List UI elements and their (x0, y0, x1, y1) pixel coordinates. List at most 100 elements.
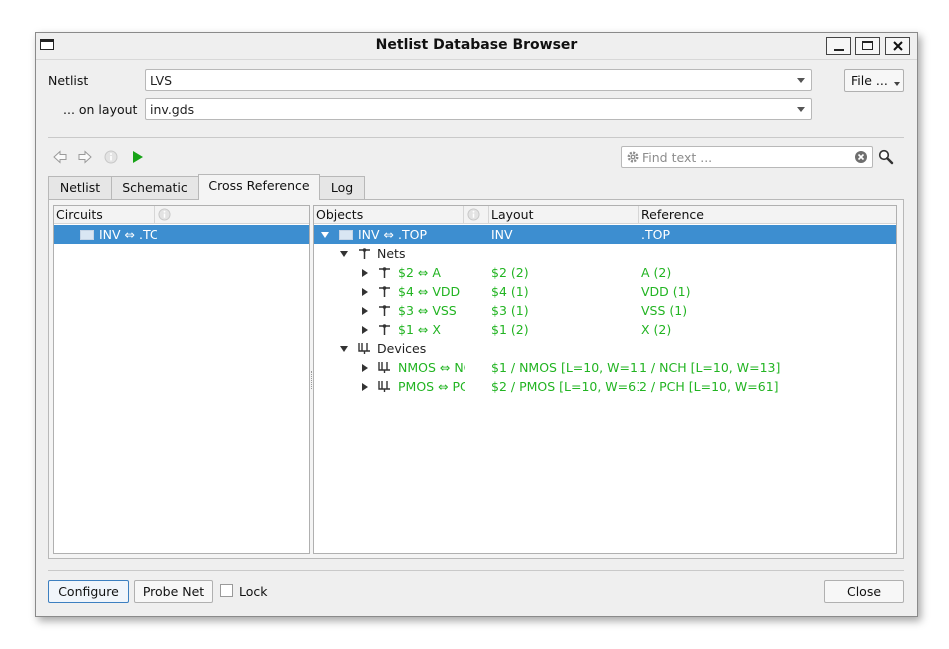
collapse-icon[interactable] (321, 232, 329, 238)
layout-column-header[interactable]: Layout (489, 206, 639, 224)
info-icon (467, 208, 480, 221)
object-name: INV ⇔ .TOP (358, 227, 427, 242)
table-row[interactable]: $4 ⇔ VDD $4 (1) VDD (1) (314, 282, 896, 301)
tab-schematic[interactable]: Schematic (111, 176, 199, 199)
lock-label: Lock (239, 584, 268, 599)
forward-icon[interactable] (78, 150, 92, 164)
reference-value: A (2) (641, 265, 672, 280)
back-icon[interactable] (53, 150, 67, 164)
window-title: Netlist Database Browser (375, 37, 578, 53)
gear-icon[interactable] (626, 150, 640, 164)
close-window-button[interactable] (885, 37, 910, 55)
circuits-column-header[interactable]: Circuits (54, 206, 155, 224)
expand-icon[interactable] (362, 383, 368, 391)
button-label: Configure (58, 584, 119, 599)
reference-value: VSS (1) (641, 303, 688, 318)
file-button-label: File ... (851, 73, 888, 88)
tab-netlist[interactable]: Netlist (48, 176, 112, 199)
reference-column-header[interactable]: Reference (639, 206, 896, 224)
play-icon[interactable] (131, 150, 145, 164)
search-icon[interactable] (878, 149, 894, 165)
separator (48, 137, 904, 138)
net-icon (379, 305, 390, 316)
button-label: Probe Net (142, 584, 205, 599)
clear-icon[interactable] (854, 150, 868, 164)
layout-select[interactable]: inv.gds (145, 98, 812, 120)
layout-label: ... on layout (63, 102, 138, 117)
expand-icon[interactable] (362, 269, 368, 277)
tree-group-devices[interactable]: Devices (314, 339, 896, 358)
configure-button[interactable]: Configure (48, 580, 129, 603)
reference-value: VDD (1) (641, 284, 691, 299)
table-row[interactable]: $1 ⇔ X $1 (2) X (2) (314, 320, 896, 339)
column-header-label: Objects (316, 207, 364, 222)
netlist-select-value: LVS (150, 73, 173, 88)
lock-checkbox[interactable] (220, 584, 233, 597)
layout-value: $3 (1) (491, 303, 529, 318)
tree-group-nets[interactable]: Nets (314, 244, 896, 263)
net-icon (379, 286, 390, 297)
device-icon (358, 343, 370, 354)
device-name: PMOS ⇔ PC (398, 379, 465, 394)
group-label: Devices (377, 341, 427, 356)
reference-value: 1 / NCH [L=10, W=13] (639, 360, 781, 375)
expand-icon[interactable] (362, 326, 368, 334)
table-row[interactable]: PMOS ⇔ PC $2 / PMOS [L=10, W=61 2 / PCH … (314, 377, 896, 396)
probe-net-button[interactable]: Probe Net (134, 580, 213, 603)
tab-label: Netlist (59, 180, 101, 195)
column-header-label: Circuits (56, 207, 103, 222)
search-input[interactable]: Find text ... (621, 146, 873, 168)
circuits-tree[interactable]: Circuits INV ⇔ .TC (53, 205, 310, 554)
device-name: NMOS ⇔ NC (398, 360, 465, 375)
expand-icon[interactable] (362, 364, 368, 372)
file-button[interactable]: File ... (844, 69, 904, 92)
layout-value: $1 (2) (491, 322, 529, 337)
net-icon (359, 248, 370, 259)
netlist-label: Netlist (48, 73, 89, 88)
title-bar: Netlist Database Browser (36, 33, 917, 60)
net-name: $4 ⇔ VDD (398, 284, 461, 299)
column-header-label: Layout (491, 207, 534, 222)
splitter-handle[interactable] (311, 371, 313, 389)
layout-value: $2 / PMOS [L=10, W=61 (491, 379, 639, 394)
net-name: $3 ⇔ VSS (398, 303, 457, 318)
table-row[interactable]: NMOS ⇔ NC $1 / NMOS [L=10, W=13 1 / NCH … (314, 358, 896, 377)
info-icon[interactable] (104, 150, 118, 164)
collapse-icon[interactable] (340, 251, 348, 257)
circuits-info-column-header[interactable] (155, 206, 309, 224)
net-name: $1 ⇔ X (398, 322, 441, 337)
tab-label: Cross Reference (208, 178, 310, 193)
maximize-button[interactable] (855, 37, 880, 55)
table-row[interactable]: INV ⇔ .TOP INV .TOP (314, 225, 896, 244)
circuit-icon (339, 230, 353, 240)
expand-icon[interactable] (362, 307, 368, 315)
minimize-button[interactable] (826, 37, 851, 55)
column-header-label: Reference (641, 207, 704, 222)
circuit-name: INV ⇔ .TC (99, 227, 157, 242)
layout-value: $4 (1) (491, 284, 529, 299)
netlist-browser-window: Netlist Database Browser Netlist LVS Fil… (35, 32, 918, 617)
tab-label: Log (330, 180, 354, 195)
tab-cross-reference[interactable]: Cross Reference (198, 174, 320, 200)
group-label: Nets (377, 246, 406, 261)
close-button[interactable]: Close (824, 580, 904, 603)
table-row[interactable]: $2 ⇔ A $2 (2) A (2) (314, 263, 896, 282)
close-icon (893, 41, 903, 51)
objects-tree[interactable]: Objects Layout Reference INV ⇔ .TOP INV … (313, 205, 897, 554)
chevron-down-icon (797, 107, 805, 112)
objects-column-header[interactable]: Objects (314, 206, 464, 224)
net-icon (379, 267, 390, 278)
device-icon (378, 381, 390, 392)
tab-log[interactable]: Log (319, 176, 365, 199)
objects-info-column-header[interactable] (464, 206, 489, 224)
info-icon (158, 208, 171, 221)
table-row[interactable]: $3 ⇔ VSS $3 (1) VSS (1) (314, 301, 896, 320)
net-name: $2 ⇔ A (398, 265, 441, 280)
layout-value: $1 / NMOS [L=10, W=13 (491, 360, 639, 375)
list-item[interactable]: INV ⇔ .TC (54, 225, 309, 244)
netlist-select[interactable]: LVS (145, 69, 812, 91)
collapse-icon[interactable] (340, 346, 348, 352)
chevron-down-icon (797, 78, 805, 83)
layout-select-value: inv.gds (150, 102, 195, 117)
expand-icon[interactable] (362, 288, 368, 296)
